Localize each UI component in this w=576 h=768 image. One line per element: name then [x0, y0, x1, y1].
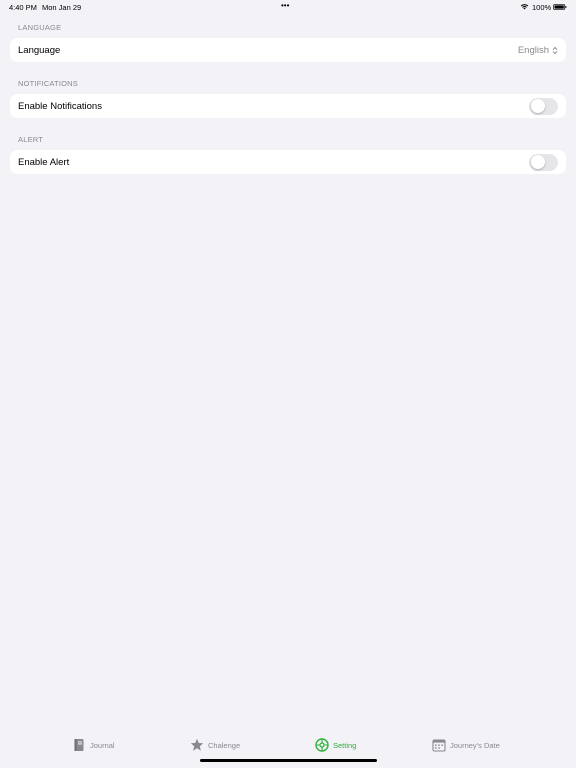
alert-section-header: ALERT: [18, 135, 44, 144]
settings-icon: [315, 738, 329, 752]
tab-journal[interactable]: Journal: [72, 736, 115, 754]
notifications-toggle[interactable]: [529, 97, 558, 115]
notifications-section: NOTIFICATIONS Enable Notifications: [10, 78, 566, 118]
settings-screen: 4:40 PM Mon Jan 29 ••• 100% LANGUAGE Lan…: [0, 0, 576, 768]
battery-percentage: 100%: [532, 3, 552, 12]
tab-challenge-label: Chalenge: [208, 740, 241, 750]
tab-setting-label: Setting: [333, 740, 357, 750]
alert-row-label: Enable Alert: [18, 156, 70, 168]
language-row-label: Language: [18, 44, 61, 56]
tab-journeys-date-label: Journey's Date: [450, 740, 500, 750]
tab-journal-label: Journal: [90, 740, 115, 750]
alert-row: Enable Alert: [10, 150, 566, 174]
alert-toggle[interactable]: [529, 153, 558, 171]
battery-icon: [553, 4, 567, 10]
language-value: English: [517, 44, 549, 56]
language-row[interactable]: Language English: [10, 38, 566, 62]
journal-icon: [74, 739, 84, 751]
tab-challenge[interactable]: Chalenge: [190, 736, 240, 754]
tab-journeys-date[interactable]: Journey's Date: [432, 736, 500, 754]
notifications-section-header: NOTIFICATIONS: [18, 79, 78, 88]
tab-bar: Journal Chalenge Setting Journey's Date: [0, 728, 576, 768]
language-section: LANGUAGE Language English: [10, 22, 566, 62]
status-bar: 4:40 PM Mon Jan 29 ••• 100%: [0, 0, 576, 14]
chevron-up-down-icon: [552, 46, 558, 54]
notifications-row: Enable Notifications: [10, 94, 566, 118]
tab-setting[interactable]: Setting: [315, 736, 356, 754]
language-section-header: LANGUAGE: [18, 23, 62, 32]
multitasking-dots[interactable]: •••: [281, 1, 289, 10]
wifi-icon: [520, 4, 529, 10]
status-date: Mon Jan 29: [42, 3, 82, 12]
toggle-knob: [530, 99, 545, 113]
toggle-knob: [530, 155, 545, 169]
calendar-icon: [432, 739, 446, 752]
status-time: 4:40 PM: [9, 3, 37, 12]
language-picker[interactable]: English: [518, 45, 558, 56]
alert-section: ALERT Enable Alert: [10, 134, 566, 174]
home-indicator[interactable]: [200, 759, 377, 762]
star-icon: [190, 738, 204, 751]
notifications-row-label: Enable Notifications: [18, 100, 102, 112]
